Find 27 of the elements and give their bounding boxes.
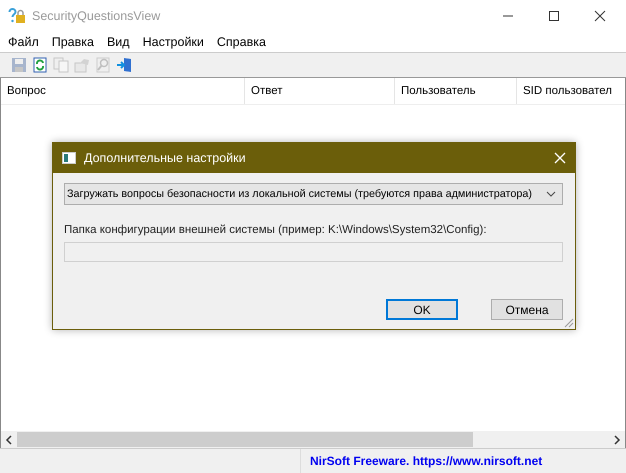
maximize-icon[interactable] — [548, 10, 560, 22]
column-header[interactable]: SID пользовател — [517, 78, 625, 104]
scroll-left-icon[interactable] — [5, 434, 13, 444]
column-header[interactable]: Пользователь — [395, 78, 517, 104]
scrollbar-thumb[interactable] — [17, 432, 473, 447]
column-header[interactable]: Ответ — [245, 78, 395, 104]
scroll-right-icon[interactable] — [613, 434, 621, 444]
app-icon — [8, 8, 26, 24]
column-header[interactable]: Вопрос — [1, 78, 245, 104]
refresh-icon[interactable] — [32, 57, 48, 73]
menu-item[interactable]: Настройки — [142, 34, 204, 48]
ok-button[interactable]: OK — [386, 299, 458, 320]
menu-item[interactable]: Вид — [106, 34, 130, 48]
resize-grip-icon[interactable] — [564, 318, 574, 328]
dialog-icon — [62, 152, 76, 164]
folder-label: Папка конфигурации внешней системы (пример: K:\Windows\System32\Config): — [64, 224, 488, 236]
dialog-title: Дополнительные настройки — [84, 151, 246, 165]
source-dropdown[interactable]: Загружать вопросы безопасности из локальной системы (требуются права администратора) — [64, 183, 563, 205]
chevron-down-icon — [546, 191, 556, 197]
menu-item[interactable]: Правка — [52, 34, 94, 48]
menu-item[interactable]: Справка — [216, 34, 266, 48]
close-icon[interactable] — [594, 10, 606, 22]
window-title: SecurityQuestionsView — [32, 8, 160, 22]
exit-icon[interactable] — [116, 57, 132, 73]
cancel-button[interactable]: Отмена — [491, 299, 563, 320]
horizontal-scrollbar[interactable] — [1, 431, 625, 448]
menu-item[interactable]: Файл — [8, 34, 39, 48]
